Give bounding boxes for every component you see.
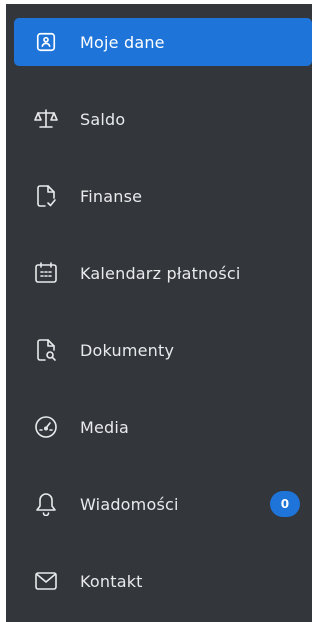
sidebar-item-moje-dane[interactable]: Moje dane <box>14 18 312 66</box>
sidebar-item-saldo[interactable]: Saldo <box>6 95 312 143</box>
sidebar-item-kalendarz[interactable]: Kalendarz płatności <box>6 249 312 297</box>
sidebar-item-label: Kontakt <box>80 571 143 591</box>
document-search-icon <box>34 338 58 362</box>
sidebar: Moje dane Saldo Finanse Kalendarz płatno… <box>6 4 312 622</box>
gauge-icon <box>34 415 58 439</box>
sidebar-item-media[interactable]: Media <box>6 403 312 451</box>
unread-count-badge: 0 <box>270 491 300 517</box>
sidebar-nav: Moje dane Saldo Finanse Kalendarz płatno… <box>6 4 312 605</box>
calendar-icon <box>34 261 58 285</box>
sidebar-item-dokumenty[interactable]: Dokumenty <box>6 326 312 374</box>
sidebar-item-wiadomosci[interactable]: Wiadomości 0 <box>6 480 312 528</box>
sidebar-item-label: Saldo <box>80 109 126 129</box>
bell-icon <box>34 492 58 516</box>
scales-icon <box>34 107 58 131</box>
sidebar-item-label: Finanse <box>80 186 143 206</box>
sidebar-item-finanse[interactable]: Finanse <box>6 172 312 220</box>
sidebar-item-label: Media <box>80 417 130 437</box>
envelope-icon <box>34 569 58 593</box>
id-card-icon <box>34 30 58 54</box>
sidebar-item-label: Dokumenty <box>80 340 175 360</box>
sidebar-item-kontakt[interactable]: Kontakt <box>6 557 312 605</box>
sidebar-item-label: Moje dane <box>80 32 165 52</box>
sidebar-item-label: Kalendarz płatności <box>80 263 241 283</box>
sidebar-item-label: Wiadomości <box>80 494 179 514</box>
document-check-icon <box>34 184 58 208</box>
